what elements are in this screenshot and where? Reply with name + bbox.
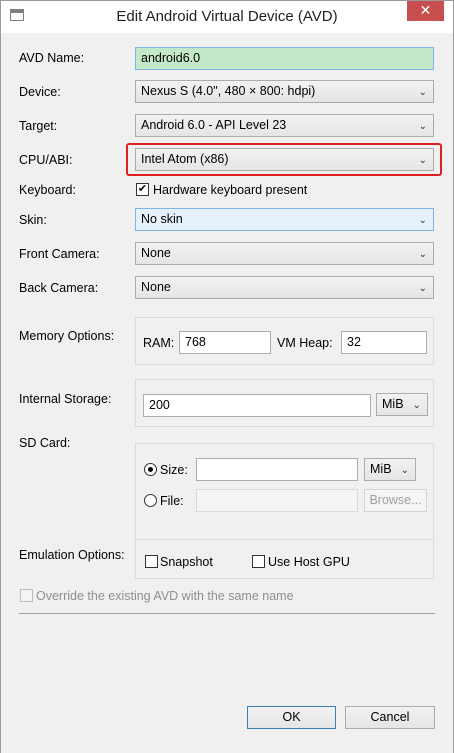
avd-name-label: AVD Name:: [19, 51, 85, 65]
chevron-down-icon: ⌄: [418, 121, 427, 132]
chevron-down-icon: ⌄: [418, 249, 427, 260]
target-select[interactable]: Android 6.0 - API Level 23 ⌄: [135, 114, 434, 137]
title-bar: Edit Android Virtual Device (AVD) ✕: [1, 1, 453, 33]
target-select-value: Android 6.0 - API Level 23: [141, 118, 287, 132]
back-camera-select-value: None: [141, 280, 171, 294]
skin-select[interactable]: No skin ⌄: [135, 208, 434, 231]
hardware-keyboard-label: Hardware keyboard present: [153, 183, 308, 197]
vm-heap-label: VM Heap:: [277, 336, 333, 350]
target-label: Target:: [19, 119, 58, 133]
sd-size-radio[interactable]: [144, 463, 157, 476]
host-gpu-label: Use Host GPU: [268, 555, 350, 569]
chevron-down-icon: ⌄: [418, 87, 427, 98]
chevron-down-icon: ⌄: [418, 283, 427, 294]
device-select-value: Nexus S (4.0", 480 × 800: hdpi): [141, 84, 316, 98]
back-camera-select[interactable]: None ⌄: [135, 276, 434, 299]
chevron-down-icon: ⌄: [400, 465, 409, 476]
cpu-abi-label: CPU/ABI:: [19, 153, 73, 167]
chevron-down-icon: ⌄: [418, 155, 427, 166]
front-camera-select-value: None: [141, 246, 171, 260]
ram-input[interactable]: 768: [179, 331, 271, 354]
chevron-down-icon: ⌄: [412, 400, 421, 411]
internal-storage-unit-select[interactable]: MiB ⌄: [376, 393, 428, 416]
cancel-button[interactable]: Cancel: [345, 706, 435, 729]
keyboard-label: Keyboard:: [19, 183, 76, 197]
sd-size-label: Size:: [160, 463, 188, 477]
sd-card-label: SD Card:: [19, 436, 71, 450]
device-select[interactable]: Nexus S (4.0", 480 × 800: hdpi) ⌄: [135, 80, 434, 103]
emulation-options-label: Emulation Options:: [19, 548, 125, 562]
browse-button[interactable]: Browse...: [364, 489, 427, 512]
cpu-abi-select-value: Intel Atom (x86): [141, 152, 229, 166]
avd-dialog-window: Edit Android Virtual Device (AVD) ✕ AVD …: [0, 0, 454, 753]
front-camera-label: Front Camera:: [19, 247, 100, 261]
chevron-down-icon: ⌄: [418, 215, 427, 226]
skin-label: Skin:: [19, 213, 47, 227]
internal-storage-label: Internal Storage:: [19, 392, 112, 406]
ok-button[interactable]: OK: [247, 706, 336, 729]
sd-file-label: File:: [160, 494, 184, 508]
ram-label: RAM:: [143, 336, 175, 350]
back-camera-label: Back Camera:: [19, 281, 99, 295]
skin-select-value: No skin: [141, 212, 183, 226]
cpu-abi-select[interactable]: Intel Atom (x86) ⌄: [135, 148, 434, 171]
override-label: Override the existing AVD with the same …: [36, 589, 294, 603]
sd-file-radio[interactable]: [144, 494, 157, 507]
internal-storage-unit-value: MiB: [382, 397, 404, 411]
vm-heap-input[interactable]: 32: [341, 331, 427, 354]
window-title: Edit Android Virtual Device (AVD): [116, 8, 338, 25]
dialog-content: AVD Name: android6.0 Device: Nexus S (4.…: [1, 33, 453, 753]
hardware-keyboard-checkbox[interactable]: ✔: [136, 183, 149, 196]
snapshot-checkbox[interactable]: [145, 555, 158, 568]
separator: [19, 613, 435, 614]
sd-size-unit-value: MiB: [370, 462, 392, 476]
close-button[interactable]: ✕: [407, 1, 444, 21]
internal-storage-input[interactable]: 200: [143, 394, 371, 417]
front-camera-select[interactable]: None ⌄: [135, 242, 434, 265]
sd-size-input[interactable]: [196, 458, 358, 481]
snapshot-label: Snapshot: [160, 555, 213, 569]
sd-size-unit-select[interactable]: MiB ⌄: [364, 458, 416, 481]
sd-file-input[interactable]: [196, 489, 358, 512]
memory-options-label: Memory Options:: [19, 329, 115, 343]
host-gpu-checkbox[interactable]: [252, 555, 265, 568]
override-checkbox[interactable]: [20, 589, 33, 602]
device-label: Device:: [19, 85, 61, 99]
avd-name-input[interactable]: android6.0: [135, 47, 434, 70]
